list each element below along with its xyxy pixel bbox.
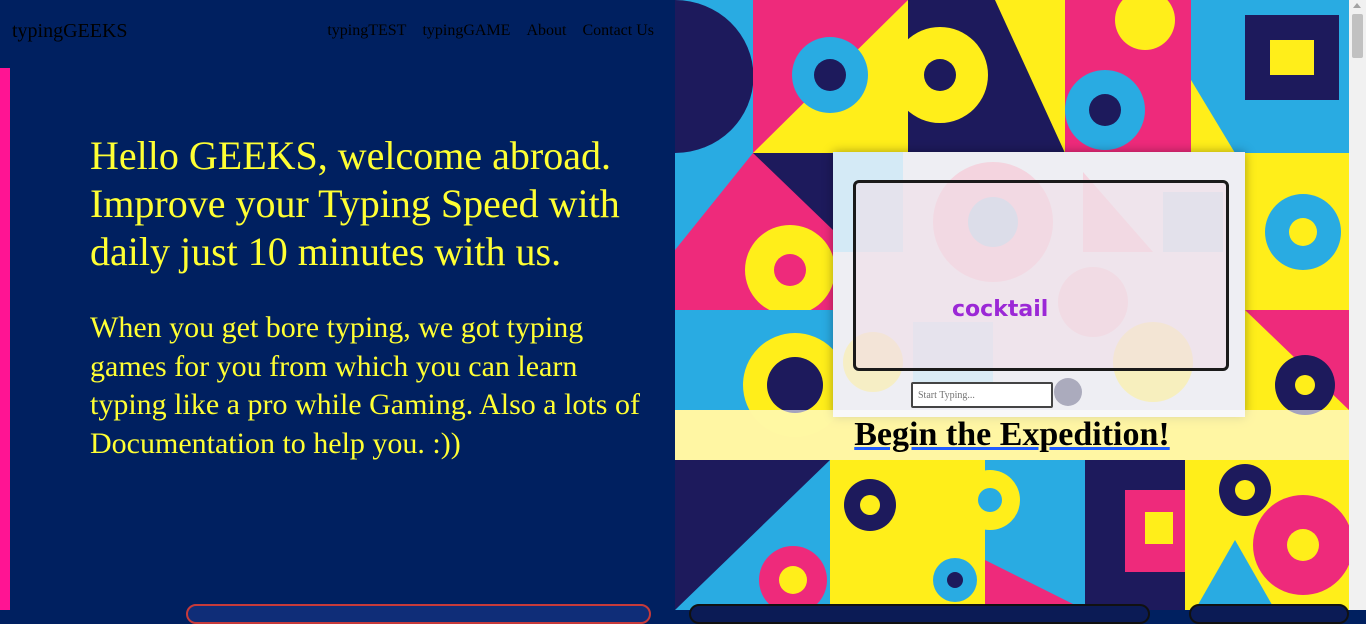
begin-expedition-link[interactable]: Begin the Expedition! <box>675 416 1349 454</box>
nav-contact-us[interactable]: Contact Us <box>582 22 654 40</box>
hero-panel <box>0 0 675 610</box>
scroll-thumb[interactable] <box>1352 14 1363 58</box>
hero-subtext: When you get bore typing, we got typing … <box>90 311 640 460</box>
feature-card[interactable] <box>186 604 651 624</box>
game-preview[interactable]: cocktail <box>833 152 1245 417</box>
page-scrollbar[interactable] <box>1349 0 1366 610</box>
typing-input[interactable] <box>911 382 1053 408</box>
nav-about[interactable]: About <box>526 22 566 40</box>
hero-headline: Hello GEEKS, welcome abroad. Improve you… <box>90 133 620 274</box>
scroll-up-arrow-icon[interactable] <box>1353 3 1361 8</box>
nav-typing-test[interactable]: typingTEST <box>327 22 406 40</box>
target-word: cocktail <box>952 297 1049 322</box>
site-logo[interactable]: typingGEEKS <box>12 20 128 43</box>
showcase-panel: cocktail Begin the Expedition! <box>675 0 1349 610</box>
feature-card[interactable] <box>1189 604 1349 624</box>
nav-typing-game[interactable]: typingGAME <box>422 22 510 40</box>
word-display-box: cocktail <box>853 180 1229 371</box>
main-nav: typingTEST typingGAME About Contact Us <box>327 22 654 40</box>
feature-card[interactable] <box>689 604 1150 624</box>
accent-bar <box>0 68 10 610</box>
